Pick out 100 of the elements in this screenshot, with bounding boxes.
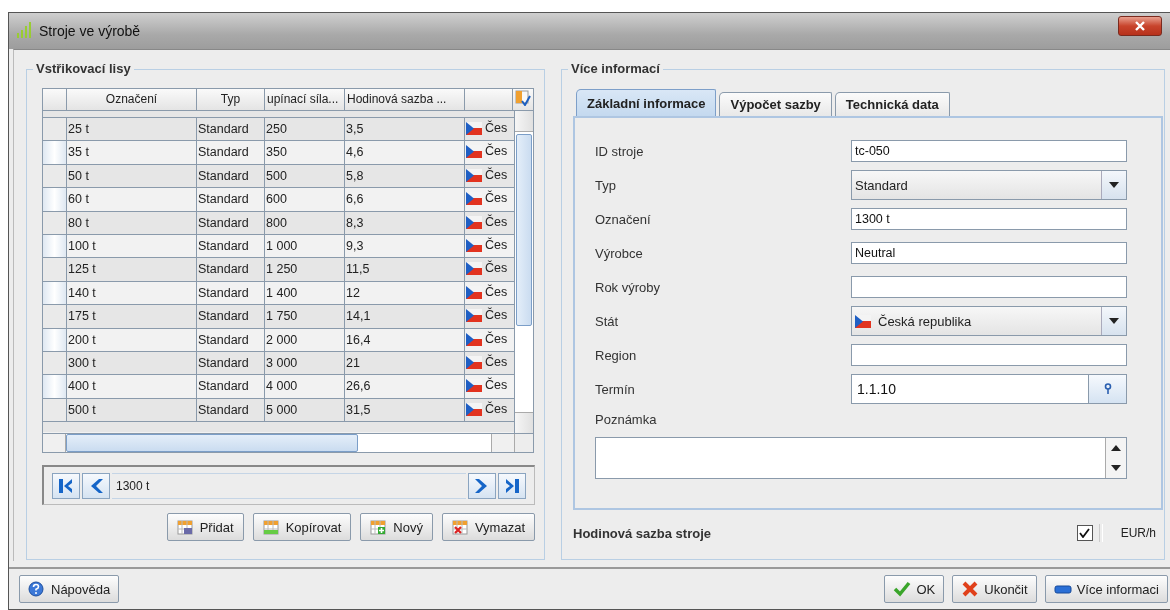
- input-field[interactable]: 1300 t: [851, 208, 1127, 230]
- action-button[interactable]: Vymazat: [441, 513, 535, 541]
- help-icon: [28, 581, 44, 597]
- row-header[interactable]: [43, 375, 67, 398]
- column-header[interactable]: Hodinová sazba ...: [345, 89, 465, 110]
- table-cell: 800: [265, 211, 345, 234]
- row-header[interactable]: [43, 211, 67, 234]
- column-header[interactable]: upínací síla...: [265, 89, 345, 110]
- flag-icon: [466, 378, 482, 394]
- table-cell: Standard: [197, 398, 265, 422]
- field-label: Označení: [595, 211, 652, 227]
- country-name: Čes: [485, 354, 508, 371]
- pin-icon: [1103, 383, 1112, 395]
- action-button[interactable]: Nový: [360, 513, 433, 541]
- table-cell: 4,6: [345, 141, 465, 164]
- field-label: Poznámka: [595, 412, 658, 427]
- table-cell: 500: [265, 164, 345, 188]
- country-name: Čes: [485, 378, 508, 395]
- last-record-icon: [504, 477, 520, 494]
- current-record: 1300 t: [112, 472, 466, 499]
- row-header[interactable]: [43, 258, 67, 281]
- table-cell: Standard: [197, 141, 265, 164]
- input-field[interactable]: [851, 276, 1127, 298]
- row-header[interactable]: [43, 118, 67, 141]
- table-cell: 8,3: [345, 211, 465, 234]
- tab[interactable]: Výpočet sazby: [719, 92, 832, 116]
- flag-icon: [855, 313, 871, 329]
- cross-icon: [961, 580, 980, 598]
- dropdown[interactable]: Standard: [851, 170, 1127, 200]
- row-header[interactable]: [43, 281, 67, 305]
- next-record-button[interactable]: [468, 472, 496, 499]
- table-cell: 3 000: [265, 351, 345, 375]
- dropdown-arrow-icon: [1108, 181, 1120, 189]
- horizontal-scrollbar[interactable]: [43, 433, 533, 452]
- column-header[interactable]: Typ: [197, 89, 265, 110]
- scroll-up-icon: [1111, 445, 1121, 451]
- tab[interactable]: Základní informace: [576, 89, 717, 116]
- flag-icon: [466, 214, 482, 230]
- row-header[interactable]: [43, 398, 67, 422]
- table-cell: 16,4: [345, 328, 465, 351]
- close-icon: [1134, 21, 1146, 31]
- action-button[interactable]: Přidat: [166, 513, 244, 541]
- input-field[interactable]: [851, 344, 1127, 366]
- first-record-button[interactable]: [52, 472, 80, 499]
- table-cell: 25 t: [67, 118, 197, 141]
- row-header[interactable]: [43, 328, 67, 351]
- table-cell: Standard: [197, 164, 265, 188]
- flag-icon: [466, 401, 482, 417]
- previous-record-button[interactable]: [82, 472, 110, 499]
- table-cell: 60 t: [67, 188, 197, 211]
- date-picker-button[interactable]: [1089, 374, 1127, 404]
- table-copy-icon: [262, 519, 279, 535]
- table-plus-icon: [370, 519, 387, 535]
- table-cell: 21: [345, 351, 465, 375]
- table-cell: 50 t: [67, 164, 197, 188]
- dropdown[interactable]: Česká republika: [851, 306, 1127, 336]
- column-header[interactable]: Označení: [67, 89, 197, 110]
- tab[interactable]: Technická data: [834, 92, 950, 116]
- dialog-button[interactable]: Ukončit: [952, 575, 1037, 603]
- row-header[interactable]: [43, 164, 67, 188]
- row-header[interactable]: [43, 234, 67, 258]
- table-cell: Standard: [197, 375, 265, 398]
- panel-title: Vstřikovací lisy: [33, 61, 134, 76]
- dropdown-arrow-icon: [1108, 317, 1120, 325]
- flag-icon: [466, 144, 482, 160]
- table-cell: 3,5: [345, 118, 465, 141]
- panel-title: Více informací: [568, 61, 663, 76]
- table-cell: 14,1: [345, 305, 465, 328]
- last-record-button[interactable]: [498, 472, 526, 499]
- country-name: Čes: [485, 237, 508, 254]
- rate-label: Hodinová sazba stroje: [573, 525, 712, 541]
- action-button[interactable]: Kopírovat: [252, 513, 352, 541]
- input-field[interactable]: Neutral: [851, 242, 1127, 264]
- flag-icon: [466, 121, 482, 136]
- dialog-button[interactable]: OK: [884, 575, 945, 603]
- table-cell: 1 250: [265, 258, 345, 281]
- country-name: Čes: [485, 121, 508, 137]
- country-name: Čes: [485, 284, 508, 301]
- row-header[interactable]: [43, 351, 67, 375]
- close-button[interactable]: [1118, 16, 1162, 36]
- flag-icon: [466, 331, 482, 347]
- table-cell: 350: [265, 141, 345, 164]
- field-label: ID stroje: [595, 143, 645, 159]
- window-title: Stroje ve výrobě: [39, 23, 141, 39]
- date-field[interactable]: 1.1.10: [851, 374, 1089, 404]
- vertical-scrollbar[interactable]: [514, 111, 533, 433]
- row-header[interactable]: [43, 188, 67, 211]
- help-button[interactable]: Nápověda: [19, 575, 120, 603]
- country-name: Čes: [485, 401, 508, 418]
- table-cell: Standard: [197, 305, 265, 328]
- text-area[interactable]: [595, 437, 1127, 479]
- table-cell: 11,5: [345, 258, 465, 281]
- field-label: Termín: [595, 381, 636, 397]
- row-header[interactable]: [43, 305, 67, 328]
- checkbox[interactable]: [1076, 525, 1093, 541]
- row-header[interactable]: [43, 141, 67, 164]
- table-cell: 35 t: [67, 141, 197, 164]
- input-field[interactable]: tc-050: [851, 140, 1127, 162]
- dialog-button[interactable]: Více informaci: [1044, 575, 1168, 603]
- table-cell: 5,8: [345, 164, 465, 188]
